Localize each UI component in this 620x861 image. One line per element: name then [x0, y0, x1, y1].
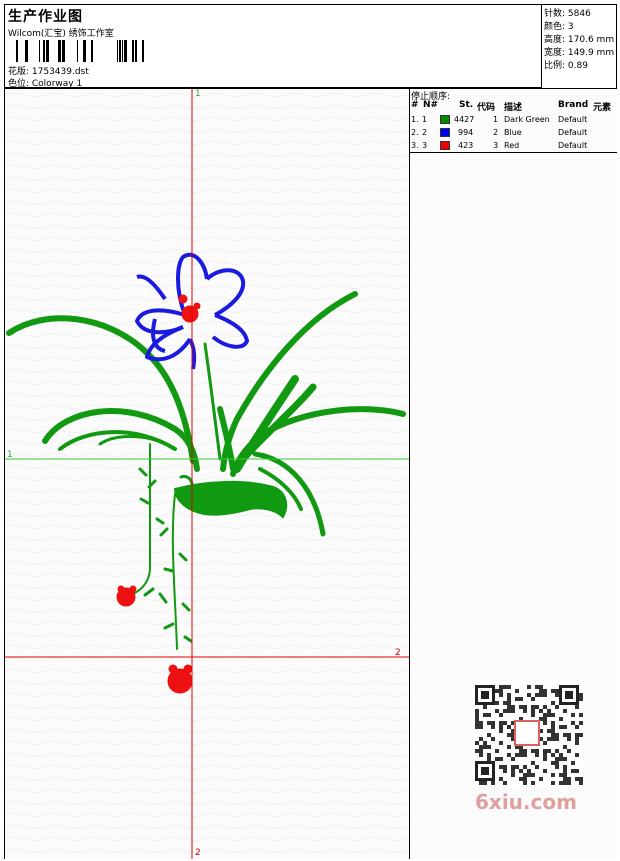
col-brand: Brand: [558, 100, 589, 110]
embroidery-design: [5, 89, 409, 859]
page-title: 生产作业图: [8, 9, 83, 25]
design-canvas: 1 1 2 2: [5, 89, 409, 859]
company-name: Wilcom(汇宝) 绣饰工作室: [8, 29, 114, 39]
stats-panel: 针数: 5846 颜色: 3 高度: 170.6 mm 宽度: 149.9 mm…: [541, 5, 617, 88]
col-stitches: St.: [459, 100, 474, 110]
color-swatch: [440, 141, 450, 150]
header-info: 生产作业图 Wilcom(汇宝) 绣饰工作室 花版: 1753439.dst 色…: [5, 5, 540, 89]
stat-height: 高度: 170.6 mm: [544, 35, 615, 45]
col-desc: 描述: [504, 103, 523, 113]
guide-label-h1: 1: [7, 450, 13, 460]
stat-width: 宽度: 149.9 mm: [544, 48, 615, 58]
table-row: 1. 1 4427 1 Dark Green Default: [411, 115, 588, 124]
table-row: 2. 2 994 2 Blue Default: [411, 128, 588, 137]
stat-stitches: 针数: 5846: [544, 9, 591, 19]
col-num: #: [411, 100, 419, 110]
qr-code: [471, 681, 583, 787]
guide-label-h2: 2: [395, 648, 401, 658]
watermark: 6xiu.com: [475, 790, 577, 814]
col-element: 元素: [593, 103, 612, 113]
stat-scale: 比例: 0.89: [544, 61, 588, 71]
col-n: N#: [423, 100, 439, 110]
list-divider: [410, 152, 617, 153]
guide-label-v2: 2: [195, 848, 201, 858]
color-swatch: [440, 115, 450, 124]
stat-colors: 颜色: 3: [544, 22, 574, 32]
col-code: 代码: [477, 103, 496, 113]
guide-label-v1: 1: [195, 89, 201, 99]
color-swatch: [440, 128, 450, 137]
barcode: [16, 40, 144, 62]
